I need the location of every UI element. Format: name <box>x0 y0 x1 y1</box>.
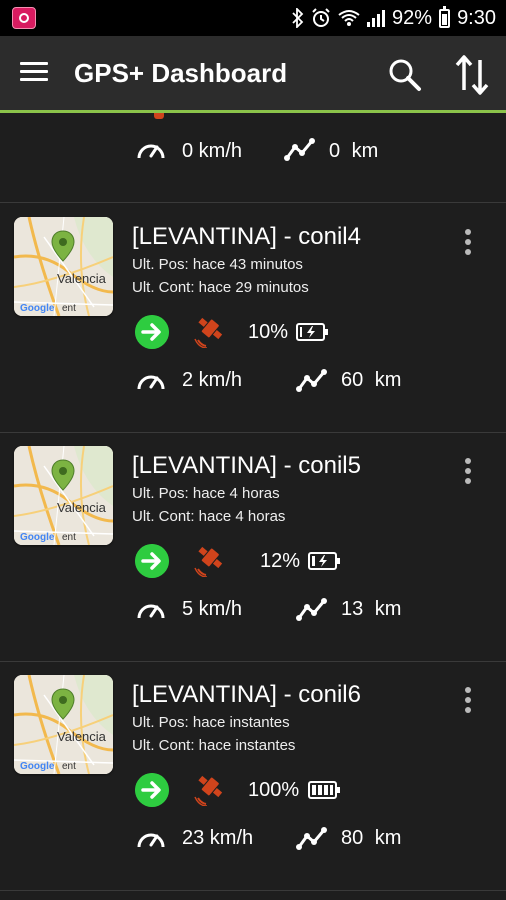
device-name: [LEVANTINA] - conil4 <box>132 223 361 250</box>
map-label-google: Google <box>20 532 55 543</box>
map-label-place: ent <box>62 303 76 314</box>
last-position: Ult. Pos: hace 4 horas <box>132 485 280 502</box>
device-card[interactable]: Valencia Google ent [LEVANTINA] - conil6… <box>0 661 506 891</box>
more-options-icon[interactable] <box>458 685 478 715</box>
clock: 9:30 <box>457 6 496 29</box>
navigate-arrow-icon[interactable] <box>135 315 169 349</box>
last-contact: Ult. Cont: hace 4 horas <box>132 508 286 525</box>
last-position: Ult. Pos: hace instantes <box>132 714 290 731</box>
map-thumbnail-svg: Valencia Google ent <box>14 446 113 545</box>
map-label-city: Valencia <box>57 729 107 744</box>
distance-icon <box>284 138 315 161</box>
map-label-place: ent <box>62 761 76 772</box>
search-icon[interactable] <box>388 58 422 92</box>
speedometer-icon <box>137 604 165 619</box>
app-toolbar: GPS+ Dashboard <box>0 36 506 113</box>
speedometer-icon <box>137 833 165 848</box>
sort-icon[interactable] <box>454 54 490 96</box>
map-label-city: Valencia <box>57 271 107 286</box>
distance-value: 60 km <box>341 369 402 391</box>
battery-icon <box>296 323 328 341</box>
device-card[interactable]: Valencia Google ent [LEVANTINA] - conil5… <box>0 432 506 662</box>
satellite-icon <box>194 317 223 348</box>
speed-value: 2 km/h <box>182 369 243 391</box>
bluetooth-icon <box>292 8 304 28</box>
more-options-icon[interactable] <box>458 227 478 257</box>
navigate-arrow-icon[interactable] <box>135 773 169 807</box>
distance-icon <box>296 598 327 621</box>
distance-icon <box>296 369 327 392</box>
more-options-icon[interactable] <box>458 456 478 486</box>
app-notification-icon <box>12 7 36 29</box>
device-card[interactable]: Valencia Google ent [LEVANTINA] - conil4… <box>0 203 506 433</box>
last-position: Ult. Pos: hace 43 minutos <box>132 256 303 273</box>
last-contact: Ult. Cont: hace 29 minutos <box>132 279 309 296</box>
speed-value: 0 km/h <box>182 140 243 162</box>
map-label-city: Valencia <box>57 500 107 515</box>
speed-value: 23 km/h <box>182 827 254 849</box>
battery-icon <box>308 552 340 570</box>
menu-icon[interactable] <box>20 62 48 84</box>
speedometer-icon <box>137 375 165 390</box>
app-title: GPS+ Dashboard <box>74 58 288 88</box>
map-label-place: ent <box>62 532 76 543</box>
device-card-partial[interactable]: 0 km/h 0 km <box>0 113 506 203</box>
status-bar: 92% 9:30 <box>0 0 506 36</box>
map-label-google: Google <box>20 303 55 314</box>
satellite-icon <box>194 546 223 577</box>
map-thumbnail[interactable]: Valencia Google ent <box>14 217 113 316</box>
battery-icon <box>439 5 451 28</box>
alarm-icon <box>312 8 330 27</box>
map-thumbnail-svg: Valencia Google ent <box>14 217 113 316</box>
battery-percent: 12% <box>260 550 301 572</box>
signal-icon <box>367 9 386 27</box>
last-contact: Ult. Cont: hace instantes <box>132 737 296 754</box>
wifi-icon <box>338 10 360 26</box>
status-icons: 92% 9:30 <box>292 0 496 36</box>
navigate-arrow-icon[interactable] <box>135 544 169 578</box>
distance-value: 0 km <box>329 140 379 162</box>
device-name: [LEVANTINA] - conil5 <box>132 452 361 479</box>
battery-percent: 100% <box>248 779 300 801</box>
map-thumbnail-svg: Valencia Google ent <box>14 675 113 774</box>
battery-percent: 92% <box>392 6 433 29</box>
battery-icon <box>308 781 340 799</box>
device-name: [LEVANTINA] - conil6 <box>132 681 361 708</box>
satellite-icon <box>194 775 223 806</box>
speedometer-icon <box>137 144 165 159</box>
map-thumbnail[interactable]: Valencia Google ent <box>14 675 113 774</box>
map-label-google: Google <box>20 761 55 772</box>
satellite-icon-partial <box>154 113 164 119</box>
battery-percent: 10% <box>248 321 289 343</box>
map-thumbnail[interactable]: Valencia Google ent <box>14 446 113 545</box>
distance-value: 13 km <box>341 598 402 620</box>
distance-icon <box>296 827 327 850</box>
distance-value: 80 km <box>341 827 402 849</box>
speed-value: 5 km/h <box>182 598 243 620</box>
